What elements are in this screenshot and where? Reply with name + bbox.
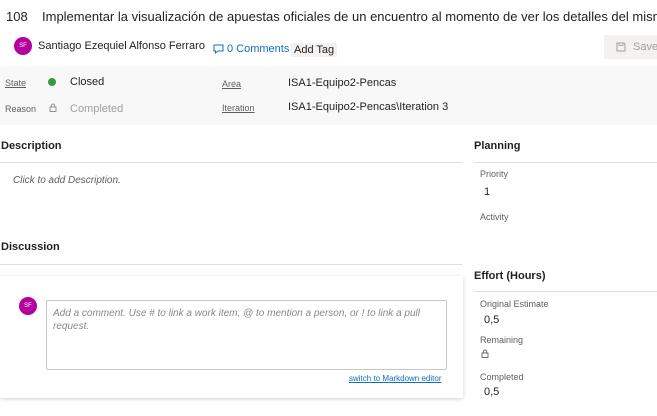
priority-label: Priority	[480, 169, 509, 179]
discussion-divider	[0, 264, 463, 265]
area-value[interactable]: ISA1-Equipo2-Pencas	[288, 77, 396, 89]
author-avatar[interactable]: SF	[14, 37, 32, 55]
state-value[interactable]: Closed	[70, 76, 104, 88]
work-item-id: 108	[6, 9, 28, 24]
add-tag-button[interactable]: Add Tag	[291, 43, 338, 57]
state-label: State	[5, 78, 27, 88]
state-closed-icon	[48, 78, 56, 86]
description-heading[interactable]: Description	[1, 140, 62, 152]
comment-icon	[213, 44, 224, 54]
commenter-avatar: SF	[19, 297, 37, 315]
priority-value[interactable]: 1	[484, 186, 490, 198]
effort-heading[interactable]: Effort (Hours)	[474, 270, 546, 282]
completed-value[interactable]: 0,5	[484, 386, 499, 398]
iteration-value[interactable]: ISA1-Equipo2-Pencas\Iteration 3	[288, 101, 448, 113]
save-button[interactable]: Save	[604, 35, 657, 59]
description-divider	[0, 162, 463, 163]
original-estimate-value[interactable]: 0,5	[484, 314, 499, 326]
area-label: Area	[222, 79, 242, 89]
activity-label: Activity	[480, 212, 509, 222]
effort-divider	[474, 291, 657, 292]
save-label: Save	[633, 41, 657, 53]
fields-band	[0, 66, 657, 125]
author-name[interactable]: Santiago Ezequiel Alfonso Ferraro	[38, 40, 205, 52]
reason-value: Completed	[70, 103, 124, 115]
iteration-label: Iteration	[222, 103, 255, 113]
planning-divider	[474, 162, 657, 163]
reason-label: Reason	[5, 104, 37, 114]
work-item-title[interactable]: Implementar la visualización de apuestas…	[42, 9, 657, 24]
remaining-lock-icon	[481, 349, 489, 358]
comments-count-label: 0 Comments	[227, 43, 290, 55]
discussion-heading[interactable]: Discussion	[1, 241, 60, 253]
save-icon	[616, 42, 626, 52]
planning-heading[interactable]: Planning	[474, 140, 520, 152]
remaining-label: Remaining	[480, 335, 524, 345]
switch-markdown-link[interactable]: switch to Markdown editor	[349, 374, 441, 383]
original-estimate-label: Original Estimate	[480, 299, 549, 309]
description-editor[interactable]: Click to add Description.	[13, 175, 121, 186]
comment-input[interactable]: Add a comment. Use # to link a work item…	[46, 300, 447, 370]
comments-link[interactable]: 0 Comments	[213, 43, 289, 55]
lock-icon	[49, 103, 57, 112]
completed-label: Completed	[480, 372, 524, 382]
